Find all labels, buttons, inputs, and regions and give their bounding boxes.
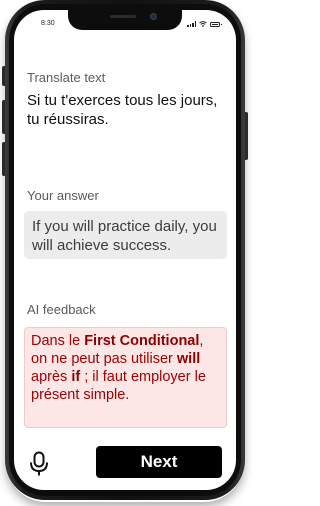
microphone-icon [30,451,48,476]
next-button[interactable]: Next [96,446,222,478]
phone-mockup: 8:30 Translate text Si tu t'exerces tous… [0,0,250,506]
feedback-term-first-conditional: First Conditional [84,333,200,349]
feedback-term-will: will [176,351,201,367]
notch [68,10,182,30]
user-answer: If you will practice daily, you will ach… [24,211,227,259]
source-sentence: Si tu t'exerces tous les jours, tu réuss… [27,92,218,128]
status-time: 8:30 [41,20,55,27]
status-icons [187,21,222,27]
battery-icon [210,21,222,27]
feedback-segment: après [31,369,72,385]
cellular-signal-icon [187,21,196,27]
speaker-grille [110,15,136,18]
feedback-segment: Dans le [31,333,85,349]
answer-label: Your answer [27,188,99,203]
ai-feedback-box: Dans le First Conditional, on ne peut pa… [24,327,227,428]
translate-label: Translate text [27,70,106,85]
front-camera-icon [150,13,157,20]
microphone-button[interactable] [28,451,50,477]
wifi-icon [199,21,207,27]
feedback-term-if: if [71,369,81,385]
app-screen: 8:30 Translate text Si tu t'exerces tous… [14,10,236,490]
feedback-label: AI feedback [27,302,96,317]
